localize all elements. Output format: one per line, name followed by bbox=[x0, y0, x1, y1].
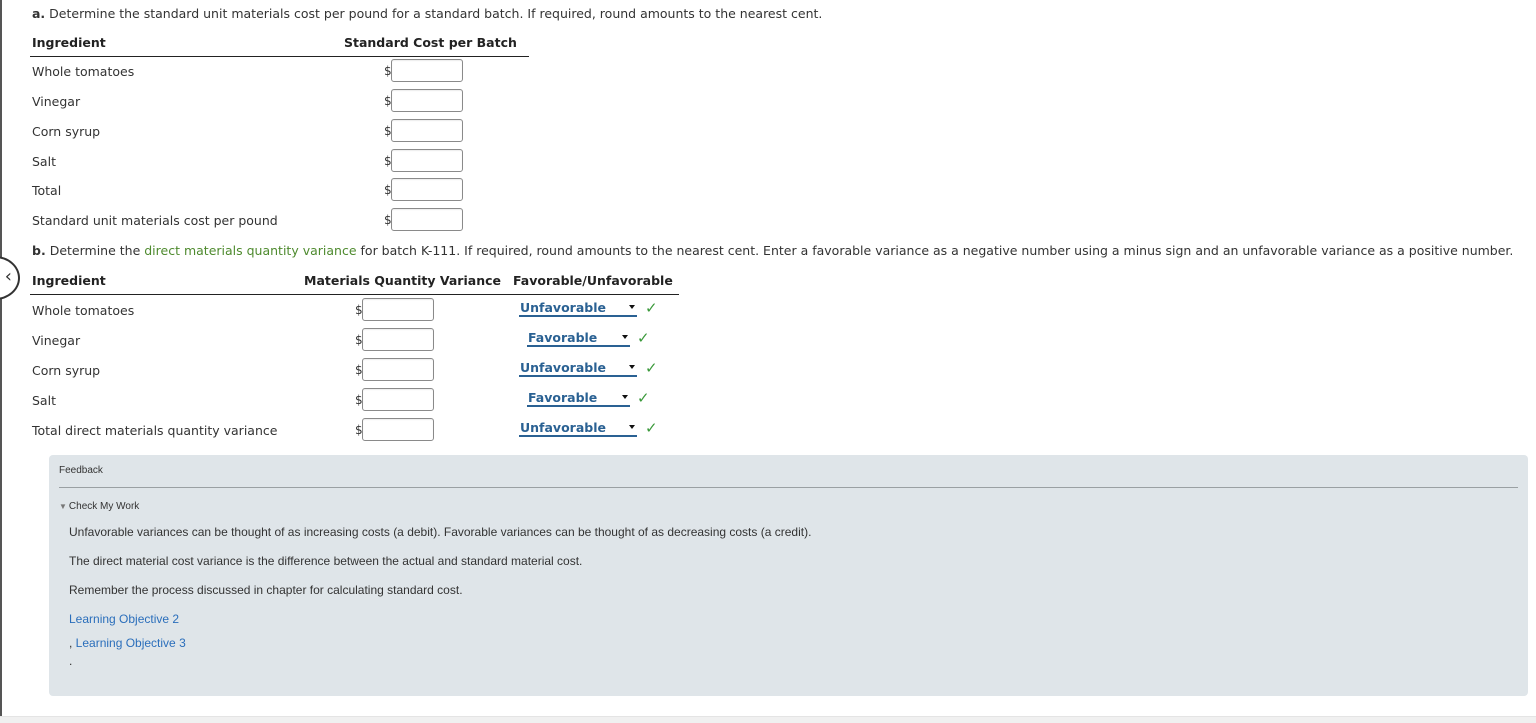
part-b-row-label: Salt bbox=[32, 393, 56, 408]
part-a-amount-input[interactable] bbox=[391, 208, 463, 231]
dropdown-caret-icon bbox=[629, 305, 635, 309]
part-b-text-pre: Determine the bbox=[49, 243, 141, 258]
correct-check-icon: ✓ bbox=[645, 299, 658, 317]
feedback-title: Feedback bbox=[59, 465, 103, 476]
window-left-edge bbox=[0, 0, 2, 722]
part-b-label: b. bbox=[32, 243, 46, 258]
chevron-left-icon: ‹ bbox=[4, 266, 12, 287]
dropdown-caret-icon bbox=[629, 425, 635, 429]
selected-option: Favorable bbox=[528, 330, 598, 345]
favorable-unfavorable-select[interactable]: Unfavorable bbox=[519, 420, 637, 437]
favorable-unfavorable-select[interactable]: Unfavorable bbox=[519, 360, 637, 377]
favorable-unfavorable-select[interactable]: Favorable bbox=[527, 330, 630, 347]
feedback-paragraph: Unfavorable variances can be thought of … bbox=[69, 525, 812, 539]
selected-option: Favorable bbox=[528, 390, 598, 405]
part-b-row-label: Whole tomatoes bbox=[32, 303, 135, 318]
feedback-trailing-period: . bbox=[69, 654, 73, 668]
part-b-header-rule bbox=[30, 294, 679, 295]
correct-check-icon: ✓ bbox=[637, 389, 650, 407]
part-a-row-label: Whole tomatoes bbox=[32, 64, 135, 79]
part-a-row-label: Corn syrup bbox=[32, 124, 101, 139]
learning-objective-2-row: Learning Objective 2 bbox=[69, 612, 179, 626]
part-a-instruction: a. Determine the standard unit materials… bbox=[32, 6, 822, 21]
dropdown-caret-icon bbox=[622, 395, 628, 399]
part-b-row-label: Vinegar bbox=[32, 333, 81, 348]
part-b-col-fav: Favorable/Unfavorable bbox=[513, 273, 673, 288]
feedback-paragraph: Remember the process discussed in chapte… bbox=[69, 583, 463, 597]
part-a-col-ingredient: Ingredient bbox=[32, 35, 106, 50]
feedback-paragraph: The direct material cost variance is the… bbox=[69, 554, 583, 568]
part-a-col-cost: Standard Cost per Batch bbox=[344, 35, 517, 50]
part-a-row-label: Standard unit materials cost per pound bbox=[32, 213, 278, 228]
selected-option: Unfavorable bbox=[520, 360, 606, 375]
part-b-text-post: for batch K-111. If required, round amou… bbox=[360, 243, 1514, 258]
part-b-variance-input[interactable] bbox=[362, 388, 434, 411]
triangle-down-icon: ▼ bbox=[59, 502, 67, 511]
part-a-row-label: Vinegar bbox=[32, 94, 81, 109]
part-b-variance-input[interactable] bbox=[362, 418, 434, 441]
learning-objective-2-link[interactable]: Learning Objective 2 bbox=[69, 612, 179, 626]
check-my-work-toggle[interactable]: ▼ Check My Work bbox=[59, 501, 139, 512]
selected-option: Unfavorable bbox=[520, 300, 606, 315]
previous-button[interactable]: ‹ bbox=[0, 256, 20, 300]
part-a-amount-input[interactable] bbox=[391, 59, 463, 82]
part-b-variance-input[interactable] bbox=[362, 328, 434, 351]
feedback-divider bbox=[59, 487, 1518, 488]
favorable-unfavorable-select[interactable]: Unfavorable bbox=[519, 300, 637, 317]
favorable-unfavorable-select[interactable]: Favorable bbox=[527, 390, 630, 407]
glossary-term-link[interactable]: direct materials quantity variance bbox=[144, 243, 356, 258]
part-b-row-label: Total direct materials quantity variance bbox=[32, 423, 278, 438]
part-a-amount-input[interactable] bbox=[391, 89, 463, 112]
part-a-text: Determine the standard unit materials co… bbox=[49, 6, 823, 21]
learning-objective-3-link[interactable]: Learning Objective 3 bbox=[76, 636, 186, 650]
learning-objective-3-row: , Learning Objective 3 bbox=[69, 636, 186, 650]
part-b-instruction: b. Determine the direct materials quanti… bbox=[32, 243, 1513, 258]
correct-check-icon: ✓ bbox=[645, 359, 658, 377]
part-b-col-variance: Materials Quantity Variance bbox=[304, 273, 501, 288]
part-b-col-ingredient: Ingredient bbox=[32, 273, 106, 288]
part-a-amount-input[interactable] bbox=[391, 178, 463, 201]
part-b-row-label: Corn syrup bbox=[32, 363, 101, 378]
part-a-label: a. bbox=[32, 6, 46, 21]
selected-option: Unfavorable bbox=[520, 420, 606, 435]
check-my-work-label: Check My Work bbox=[68, 501, 140, 512]
part-a-amount-input[interactable] bbox=[391, 149, 463, 172]
part-a-amount-input[interactable] bbox=[391, 119, 463, 142]
correct-check-icon: ✓ bbox=[637, 329, 650, 347]
part-a-row-label: Salt bbox=[32, 154, 56, 169]
part-b-variance-input[interactable] bbox=[362, 298, 434, 321]
dropdown-caret-icon bbox=[629, 365, 635, 369]
part-a-row-label: Total bbox=[32, 183, 62, 198]
link-separator: , bbox=[69, 636, 76, 650]
dropdown-caret-icon bbox=[622, 335, 628, 339]
correct-check-icon: ✓ bbox=[645, 419, 658, 437]
feedback-panel: Feedback ▼ Check My Work Unfavorable vari… bbox=[49, 455, 1528, 696]
part-b-variance-input[interactable] bbox=[362, 358, 434, 381]
part-a-header-rule bbox=[30, 56, 529, 57]
